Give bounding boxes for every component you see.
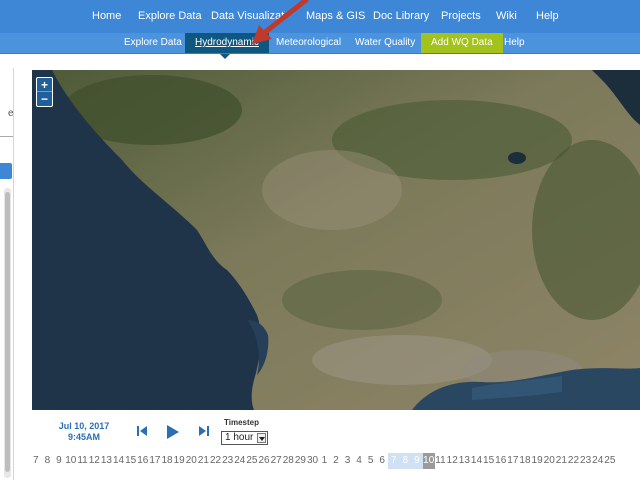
timeline-day[interactable]: 23 xyxy=(222,453,234,469)
timeline-day[interactable]: 16 xyxy=(137,453,149,469)
timeline-day[interactable]: 9 xyxy=(53,453,65,469)
timeline-day[interactable]: 8 xyxy=(42,453,54,469)
timeline-day[interactable]: 11 xyxy=(77,453,88,469)
timeline-day[interactable]: 2 xyxy=(330,453,342,469)
left-panel-scrollbar-thumb[interactable] xyxy=(5,192,10,472)
left-panel: e xyxy=(0,68,14,480)
timeline-day[interactable]: 30 xyxy=(306,453,318,469)
nav-explore-data[interactable]: Explore Data xyxy=(138,0,202,33)
nav-maps-gis[interactable]: Maps & GIS xyxy=(306,0,365,33)
zoom-in-button[interactable]: + xyxy=(37,78,52,92)
subnav-water-quality[interactable]: Water Quality xyxy=(345,33,425,53)
skip-back-icon[interactable] xyxy=(136,424,148,438)
timeline-day[interactable]: 27 xyxy=(270,453,282,469)
timeline-day[interactable]: 13 xyxy=(100,453,112,469)
timeline-day[interactable]: 23 xyxy=(580,453,592,469)
timeline-day[interactable]: 7 xyxy=(30,453,42,469)
nav-help[interactable]: Help xyxy=(536,0,559,33)
timeline-day[interactable]: 8 xyxy=(399,453,412,469)
top-nav: Home Explore Data Data Visualizations Ma… xyxy=(0,0,640,33)
nav-projects[interactable]: Projects xyxy=(441,0,481,33)
timeline-day[interactable]: 1 xyxy=(319,453,331,469)
play-icon[interactable] xyxy=(166,424,180,440)
current-date: Jul 10, 2017 xyxy=(58,421,110,431)
current-datetime: Jul 10, 2017 9:45AM xyxy=(48,421,120,443)
current-time: 9:45AM xyxy=(67,432,100,442)
satellite-map[interactable] xyxy=(32,70,640,410)
sub-nav: Explore Data Hydrodynamic Meteorological… xyxy=(0,33,640,54)
timeline-day[interactable]: 19 xyxy=(531,453,543,469)
annotation-arrow-icon xyxy=(252,0,309,44)
timestep-label: Timestep xyxy=(224,418,259,427)
timeline-day[interactable]: 13 xyxy=(458,453,470,469)
timeline-day[interactable]: 14 xyxy=(470,453,482,469)
zoom-out-button[interactable]: − xyxy=(37,92,52,106)
timeline-day[interactable]: 20 xyxy=(543,453,555,469)
timeline-day[interactable]: 21 xyxy=(197,453,209,469)
timeline-day[interactable]: 19 xyxy=(173,453,185,469)
timeline-day[interactable]: 24 xyxy=(592,453,604,469)
timeline-day[interactable]: 22 xyxy=(567,453,579,469)
left-panel-partial-text: e xyxy=(8,108,14,119)
timeline-day[interactable]: 9 xyxy=(411,453,423,469)
timeline: 7 8 9 1011121314151617181920212223242526272… xyxy=(30,453,640,469)
map-imagery xyxy=(32,70,640,410)
nav-home[interactable]: Home xyxy=(92,0,121,33)
timeline-day[interactable]: 14 xyxy=(112,453,124,469)
timeline-day[interactable]: 20 xyxy=(185,453,197,469)
timeline-day[interactable]: 15 xyxy=(483,453,495,469)
skip-forward-icon[interactable] xyxy=(198,424,210,438)
timeline-day[interactable]: 12 xyxy=(88,453,100,469)
timeline-day[interactable]: 17 xyxy=(149,453,161,469)
timeline-day[interactable]: 15 xyxy=(125,453,137,469)
left-panel-divider xyxy=(0,136,13,137)
timeline-day[interactable]: 28 xyxy=(282,453,294,469)
timeline-day[interactable]: 25 xyxy=(246,453,258,469)
timeline-day[interactable]: 24 xyxy=(234,453,246,469)
timeline-day[interactable]: 16 xyxy=(495,453,507,469)
timestep-select[interactable]: 1 hour xyxy=(221,431,268,445)
timeline-day[interactable]: 10 xyxy=(65,453,77,469)
active-tab-caret xyxy=(220,54,230,59)
timeline-day[interactable]: 7 xyxy=(387,453,400,469)
timeline-day[interactable]: 18 xyxy=(161,453,173,469)
nav-wiki[interactable]: Wiki xyxy=(496,0,517,33)
timeline-day[interactable]: 25 xyxy=(604,453,616,469)
zoom-control: + − xyxy=(36,77,53,107)
timeline-day[interactable]: 18 xyxy=(519,453,531,469)
subnav-explore-data[interactable]: Explore Data xyxy=(114,33,192,53)
timeline-day[interactable]: 10 xyxy=(422,453,435,469)
timeline-day[interactable]: 5 xyxy=(365,453,377,469)
timeline-day[interactable]: 29 xyxy=(294,453,306,469)
timeline-day[interactable]: 6 xyxy=(376,453,388,469)
timeline-day[interactable]: 17 xyxy=(507,453,519,469)
chevron-down-icon xyxy=(257,433,266,443)
timeline-day[interactable]: 3 xyxy=(342,453,354,469)
timestep-value: 1 hour xyxy=(225,432,254,443)
left-panel-button[interactable] xyxy=(0,163,12,179)
timeline-day[interactable]: 4 xyxy=(353,453,365,469)
timeline-day[interactable]: 11 xyxy=(435,453,446,469)
subnav-help[interactable]: Help xyxy=(494,33,535,53)
nav-doc-library[interactable]: Doc Library xyxy=(373,0,429,33)
subnav-add-wq-data[interactable]: Add WQ Data xyxy=(421,33,503,53)
timeline-day[interactable]: 26 xyxy=(258,453,270,469)
timeline-day[interactable]: 22 xyxy=(209,453,221,469)
timeline-day[interactable]: 12 xyxy=(446,453,458,469)
timeline-day[interactable]: 21 xyxy=(555,453,567,469)
